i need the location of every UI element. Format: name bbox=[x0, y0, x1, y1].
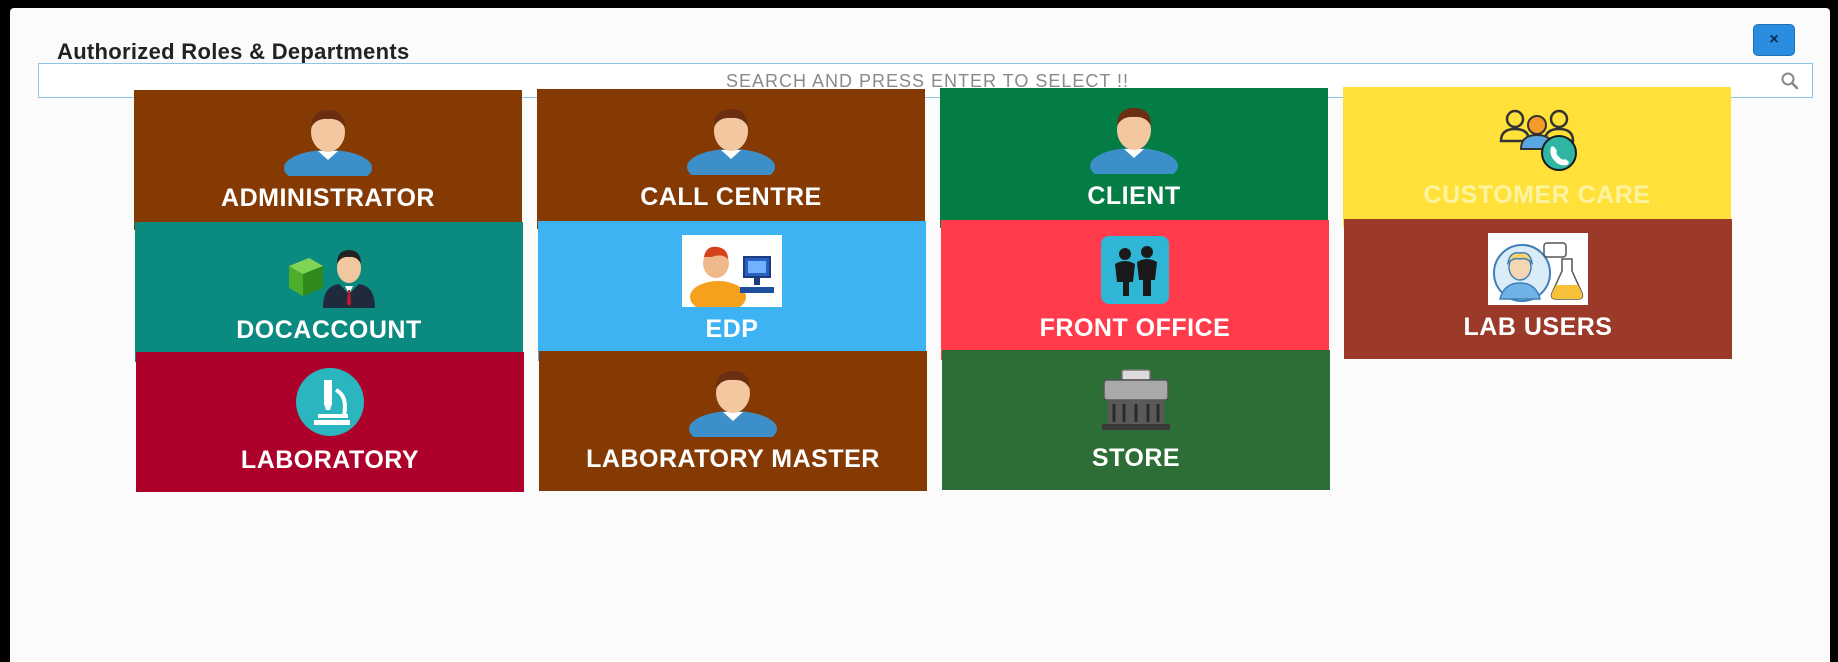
tile-label: STORE bbox=[1091, 444, 1181, 472]
tile-call-centre[interactable]: CALL CENTRE bbox=[537, 89, 925, 229]
tile-edp[interactable]: EDP bbox=[538, 221, 926, 361]
search-icon[interactable] bbox=[1780, 71, 1800, 91]
tile-label: CALL CENTRE bbox=[640, 183, 822, 211]
tile-customer-care[interactable]: CUSTOMER CARE bbox=[1343, 87, 1731, 227]
user-icon bbox=[1084, 102, 1184, 174]
tile-front-office[interactable]: FRONT OFFICE bbox=[941, 220, 1329, 360]
lab-user-icon bbox=[1488, 233, 1588, 305]
tile-label: DOCACCOUNT bbox=[236, 316, 422, 344]
user-icon bbox=[278, 104, 378, 176]
tile-label: LABORATORY MASTER bbox=[586, 445, 880, 473]
computer-operator-icon bbox=[682, 235, 782, 307]
user-icon bbox=[683, 365, 783, 437]
close-button[interactable]: × bbox=[1753, 24, 1795, 56]
tile-laboratory-master[interactable]: LABORATORY MASTER bbox=[539, 351, 927, 491]
front-office-icon bbox=[1085, 234, 1185, 306]
tile-administrator[interactable]: ADMINISTRATOR bbox=[134, 90, 522, 230]
doc-account-icon bbox=[279, 236, 379, 308]
dialog-title: Authorized Roles & Departments bbox=[57, 39, 410, 64]
tile-client[interactable]: CLIENT bbox=[940, 88, 1328, 228]
tile-store[interactable]: STORE bbox=[942, 350, 1330, 490]
roles-dialog: Authorized Roles & Departments × ADMINIS… bbox=[10, 8, 1830, 662]
tile-lab-users[interactable]: LAB USERS bbox=[1344, 219, 1732, 359]
tile-docaccount[interactable]: DOCACCOUNT bbox=[135, 222, 523, 362]
tile-label: LAB USERS bbox=[1463, 313, 1613, 341]
tile-laboratory[interactable]: LABORATORY bbox=[136, 352, 524, 492]
tile-label: ADMINISTRATOR bbox=[221, 184, 435, 212]
tile-label: LABORATORY bbox=[240, 446, 420, 474]
tile-label: EDP bbox=[705, 315, 759, 343]
tile-label: FRONT OFFICE bbox=[1039, 314, 1231, 342]
close-icon: × bbox=[1769, 31, 1779, 48]
tile-label: CUSTOMER CARE bbox=[1423, 181, 1651, 209]
customer-care-icon bbox=[1487, 101, 1587, 173]
microscope-icon bbox=[280, 366, 380, 438]
store-icon bbox=[1086, 364, 1186, 436]
user-icon bbox=[681, 103, 781, 175]
tile-label: CLIENT bbox=[1087, 182, 1181, 210]
